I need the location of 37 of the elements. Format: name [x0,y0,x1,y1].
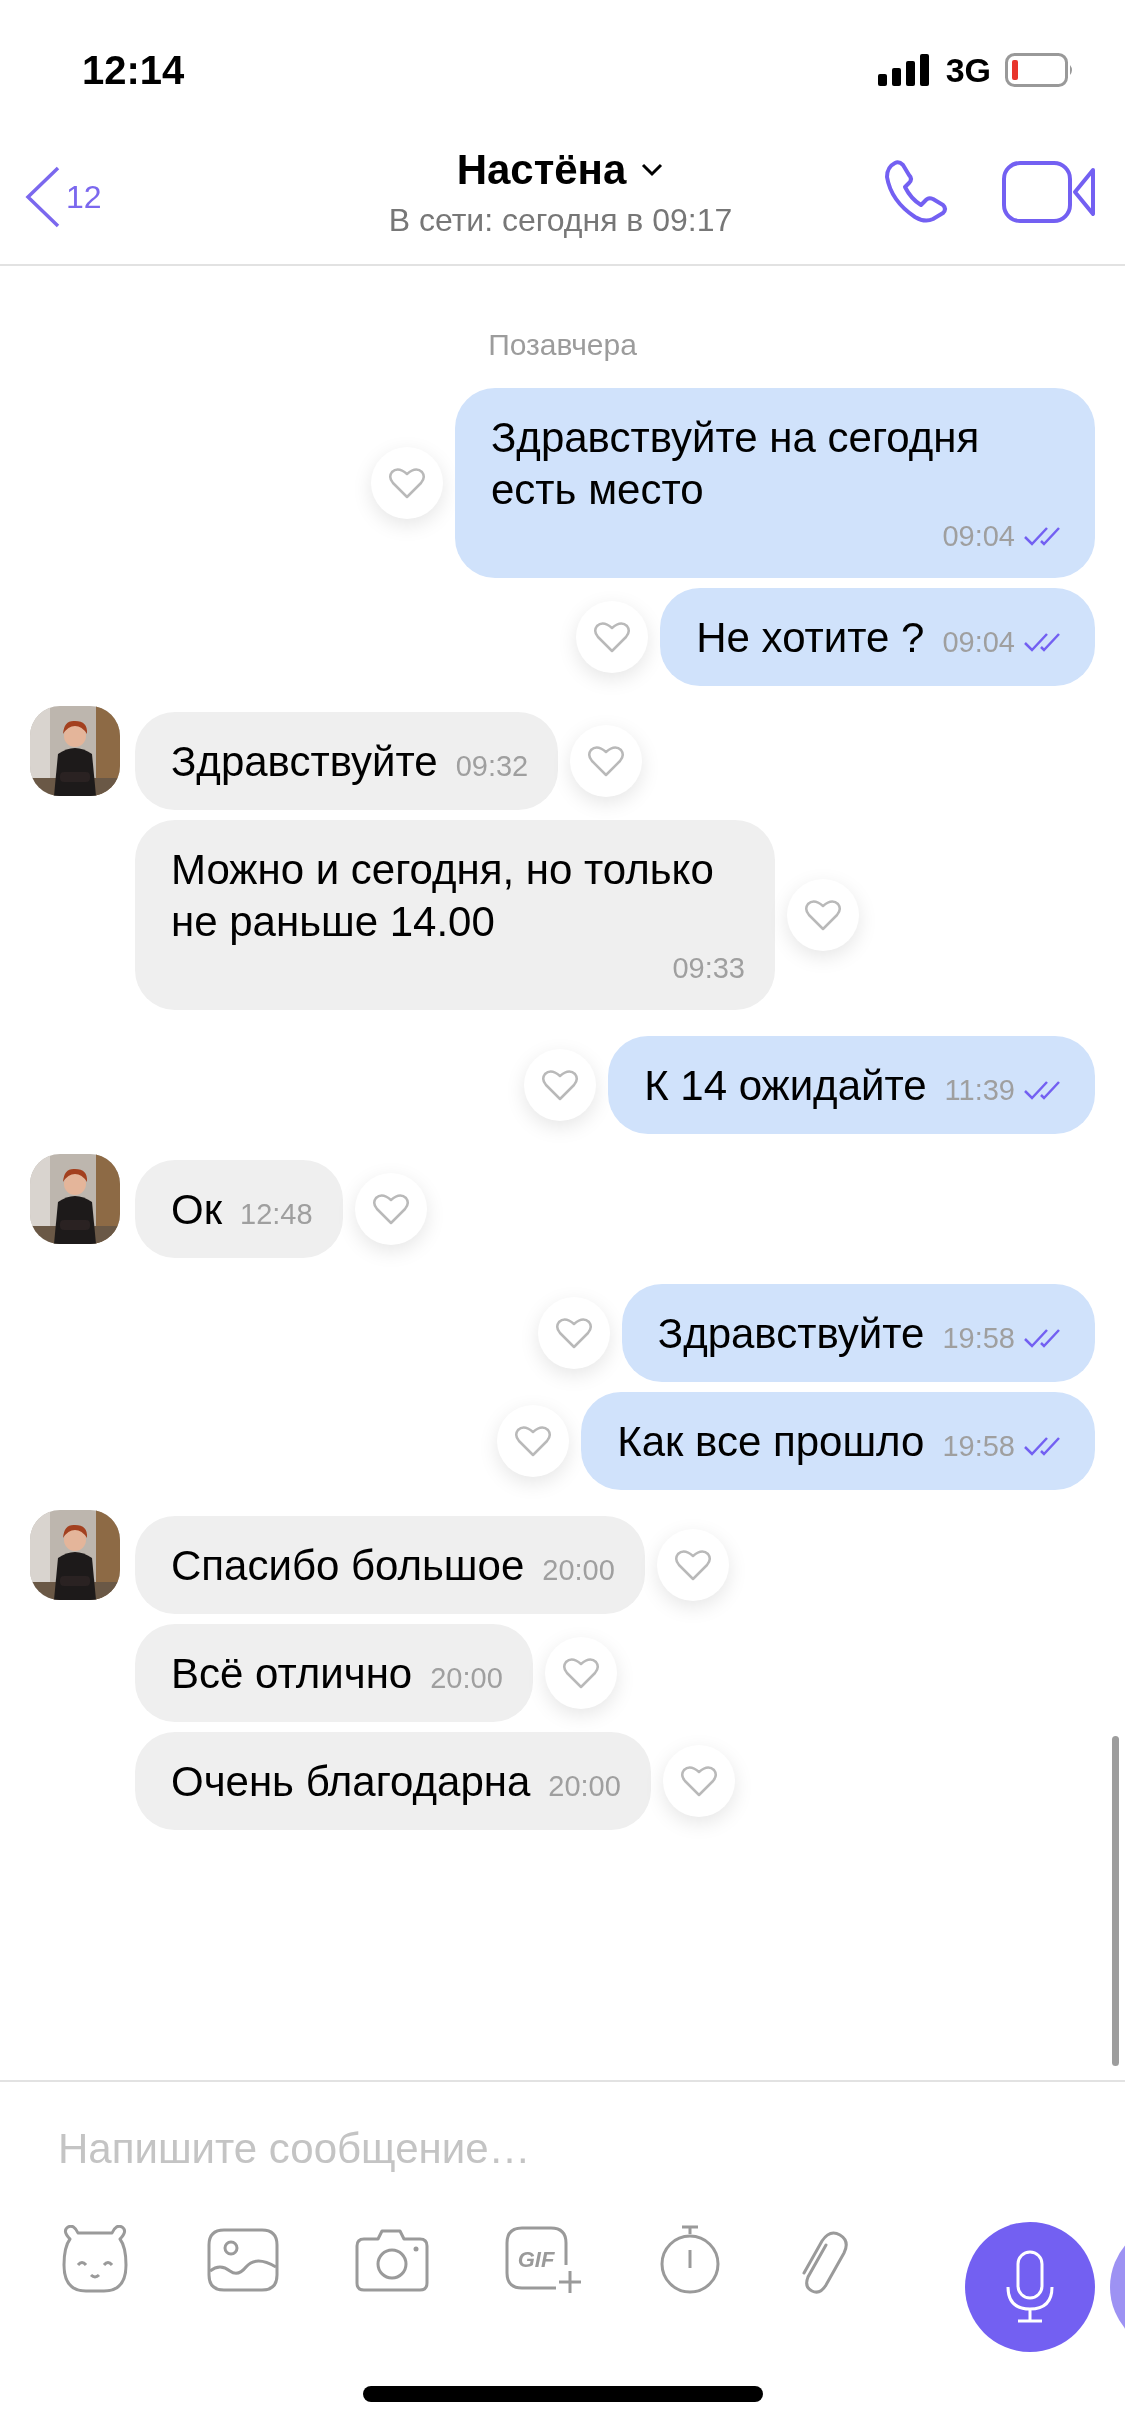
outgoing-message: Как все прошло 19:58 [581,1392,1095,1490]
heart-icon [673,1548,712,1582]
incoming-message: Всё отлично 20:00 [135,1624,533,1722]
heart-icon [388,466,426,500]
signal-icon [877,54,932,86]
gallery-icon[interactable] [206,2227,280,2293]
incoming-message: Можно и сегодня, но только не раньше 14.00 09:33 [135,820,775,1010]
incoming-message: Здравствуйте 09:32 [135,712,559,810]
incoming-message: Очень благодарна 20:00 [135,1732,651,1830]
outgoing-message: Здравствуйте на сегодня есть место 09:04 [455,388,1095,578]
status-time: 12:14 [82,47,185,93]
incoming-message: Спасибо большое 20:00 [135,1516,645,1614]
network-type: 3G [945,50,991,90]
heart-icon [593,620,632,654]
contact-name[interactable]: Настёна [456,145,627,194]
outgoing-message: Не хотите ? 09:04 [660,588,1095,686]
date-separator: Позавчера [488,328,637,362]
heart-icon [554,1316,593,1350]
heart-icon [804,898,842,932]
incoming-message: Ок 12:48 [135,1160,343,1258]
chevron-left-icon [24,165,62,229]
back-button[interactable]: 12 [24,155,324,229]
heart-icon [541,1068,580,1102]
outgoing-message: Здравствуйте 19:58 [621,1284,1095,1382]
heart-icon [587,744,626,778]
camera-icon[interactable] [354,2227,430,2293]
outgoing-message: К 14 ожидайте 11:39 [608,1036,1095,1134]
heart-icon [679,1764,718,1798]
timer-icon[interactable] [658,2224,722,2296]
video-call-icon[interactable] [1001,160,1097,224]
online-status: В сети: сегодня в 09:17 [388,201,733,239]
heart-icon [561,1656,600,1690]
battery-icon [1005,53,1075,87]
message-input[interactable]: Напишите сообщение… [58,2122,818,2176]
heart-icon [514,1424,553,1458]
chevron-down-icon[interactable] [640,161,665,178]
heart-icon [371,1192,410,1226]
